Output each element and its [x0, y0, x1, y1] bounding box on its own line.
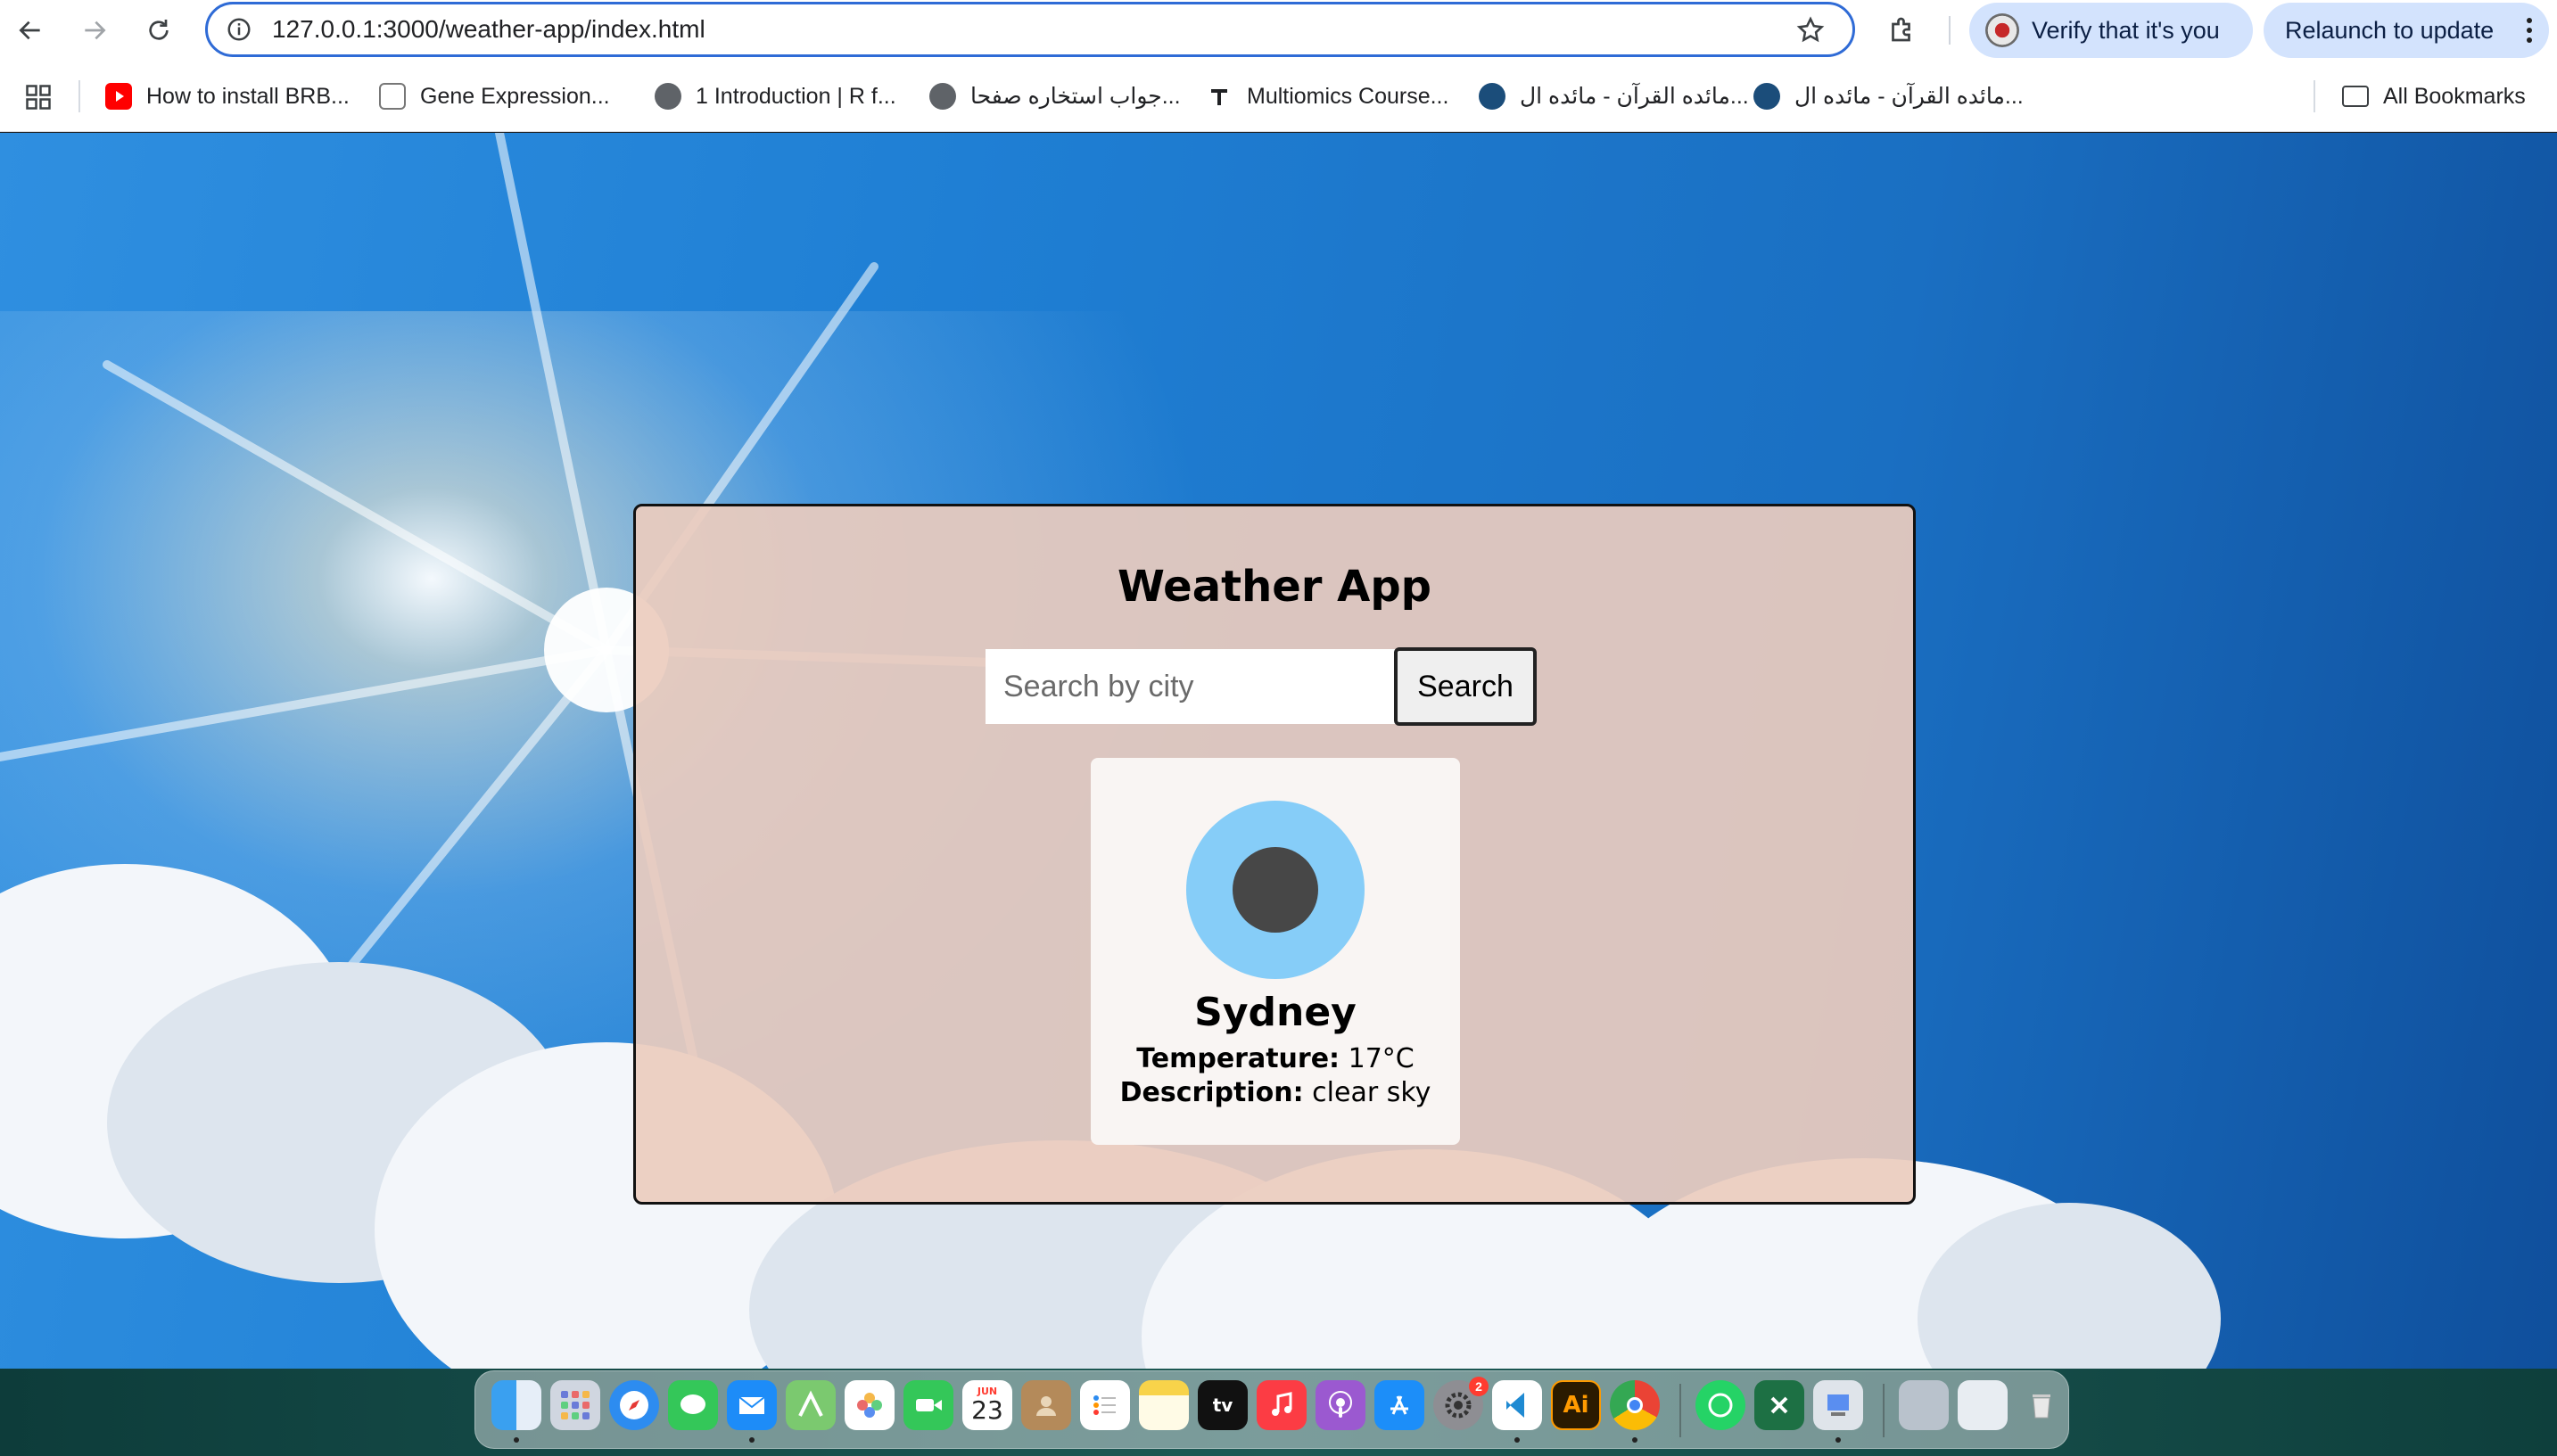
relaunch-label: Relaunch to update: [2285, 16, 2495, 44]
temperature-value: 17°C: [1348, 1043, 1415, 1074]
url-text[interactable]: 127.0.0.1:3000/weather-app/index.html: [272, 15, 705, 44]
more-menu-icon[interactable]: [2526, 15, 2533, 45]
whatsapp-icon[interactable]: [1695, 1380, 1745, 1430]
temperature-label: Temperature:: [1136, 1043, 1340, 1074]
weather-condition-icon: [1186, 801, 1365, 979]
facetime-icon[interactable]: [903, 1380, 953, 1430]
app-title: Weather App: [1117, 562, 1432, 612]
notes-icon[interactable]: [1139, 1380, 1189, 1430]
temperature-line: Temperature: 17°C: [1091, 1043, 1460, 1074]
weather-app-container: Weather App Search Sydney Temperature: 1…: [633, 504, 1916, 1205]
music-icon[interactable]: [1257, 1380, 1307, 1430]
vscode-icon[interactable]: [1492, 1380, 1542, 1430]
messages-icon[interactable]: [668, 1380, 718, 1430]
reload-icon[interactable]: [137, 9, 180, 52]
city-name: Sydney: [1194, 990, 1357, 1035]
contacts-icon[interactable]: [1021, 1380, 1071, 1430]
bookmark-label: مائده القرآن - مائده ال...: [1794, 84, 2024, 109]
maps-icon[interactable]: [786, 1380, 836, 1430]
system-settings-icon[interactable]: 2: [1433, 1377, 1489, 1430]
dock-separator: [1883, 1384, 1885, 1437]
minimized-window-icon[interactable]: [1958, 1380, 2008, 1430]
bookmark-item[interactable]: Gene Expression...: [379, 78, 610, 114]
running-indicator: [514, 1437, 519, 1443]
running-indicator: [1632, 1437, 1637, 1443]
bookmark-label: 1 Introduction | R f...: [696, 83, 896, 109]
folder-icon: [2342, 86, 2369, 107]
notification-badge: 2: [1469, 1377, 1489, 1396]
bookmark-label: مائده القرآن - مائده ال...: [1520, 84, 1749, 109]
globe-icon: [655, 83, 681, 110]
all-bookmarks-button[interactable]: All Bookmarks: [2342, 78, 2526, 114]
description-line: Description: clear sky: [1091, 1077, 1460, 1108]
bookmark-label: جواب استخاره صفحا...: [970, 84, 1181, 109]
verify-identity-button[interactable]: Verify that it's you: [1969, 3, 2253, 58]
illustrator-icon[interactable]: Ai: [1551, 1380, 1601, 1430]
verify-label: Verify that it's you: [2032, 16, 2220, 44]
all-bookmarks-label: All Bookmarks: [2383, 83, 2526, 109]
profile-avatar-icon: [1985, 13, 2019, 47]
site-info-icon[interactable]: [226, 16, 252, 43]
presentation-icon: [379, 83, 406, 110]
quran-icon: [1753, 83, 1780, 110]
app-store-icon[interactable]: [1374, 1380, 1424, 1430]
podcasts-icon[interactable]: [1316, 1380, 1365, 1430]
preview-icon[interactable]: [1813, 1380, 1863, 1430]
bookmarks-separator: [2314, 80, 2315, 112]
browser-toolbar: 127.0.0.1:3000/weather-app/index.html Ve…: [0, 0, 2557, 61]
finder-icon[interactable]: [491, 1380, 541, 1430]
running-indicator: [1835, 1437, 1841, 1443]
description-label: Description:: [1119, 1077, 1304, 1108]
launchpad-icon[interactable]: [550, 1380, 600, 1430]
bookmark-item[interactable]: مائده القرآن - مائده ال...: [1479, 78, 1749, 114]
bookmark-item[interactable]: جواب استخاره صفحا...: [929, 78, 1181, 114]
bookmark-item[interactable]: مائده القرآن - مائده ال...: [1753, 78, 2024, 114]
minimized-window-icon[interactable]: [1899, 1380, 1949, 1430]
bookmark-label: Multiomics Course...: [1247, 83, 1449, 109]
excel-icon[interactable]: [1754, 1380, 1804, 1430]
address-bar[interactable]: 127.0.0.1:3000/weather-app/index.html: [205, 2, 1855, 57]
youtube-icon: [105, 83, 132, 110]
running-indicator: [1514, 1437, 1520, 1443]
relaunch-update-button[interactable]: Relaunch to update: [2264, 3, 2549, 58]
apple-tv-icon[interactable]: tv: [1198, 1380, 1248, 1430]
bookmark-t-icon: [1206, 83, 1233, 110]
quran-icon: [1479, 83, 1505, 110]
weather-icon-center: [1233, 847, 1318, 933]
mail-icon[interactable]: [727, 1380, 777, 1430]
dock-separator: [1679, 1384, 1681, 1437]
bookmark-star-icon[interactable]: [1795, 15, 1826, 45]
calendar-day: 23: [971, 1395, 1003, 1425]
running-indicator: [749, 1437, 755, 1443]
page-viewport: Weather App Search Sydney Temperature: 1…: [0, 133, 2557, 1369]
bookmark-item[interactable]: Multiomics Course...: [1206, 78, 1448, 114]
weather-result-card: Sydney Temperature: 17°C Description: cl…: [1091, 758, 1460, 1145]
search-button[interactable]: Search: [1394, 647, 1537, 726]
forward-icon[interactable]: [73, 9, 116, 52]
globe-icon: [929, 83, 956, 110]
back-icon[interactable]: [9, 9, 52, 52]
bookmarks-separator: [78, 80, 80, 112]
bookmark-label: Gene Expression...: [420, 83, 610, 109]
city-search-input[interactable]: [986, 649, 1396, 724]
toolbar-separator: [1949, 16, 1951, 45]
calendar-icon[interactable]: JUN 23: [962, 1380, 1012, 1430]
bookmarks-bar: How to install BRB... Gene Expression...…: [0, 61, 2557, 132]
bookmark-item[interactable]: How to install BRB...: [105, 78, 350, 114]
description-value: clear sky: [1312, 1077, 1431, 1108]
photos-icon[interactable]: [845, 1380, 895, 1430]
bookmark-label: How to install BRB...: [146, 83, 350, 109]
macos-dock: JUN 23 tv 2 Ai: [474, 1370, 2069, 1449]
illustrator-label: Ai: [1563, 1392, 1589, 1419]
chrome-icon[interactable]: [1610, 1380, 1660, 1430]
reminders-icon[interactable]: [1080, 1380, 1130, 1430]
bookmark-item[interactable]: 1 Introduction | R f...: [655, 78, 896, 114]
apps-grid-icon[interactable]: [25, 84, 52, 111]
extensions-icon[interactable]: [1886, 13, 1918, 45]
safari-icon[interactable]: [609, 1380, 659, 1430]
tv-label: tv: [1212, 1394, 1233, 1416]
trash-icon[interactable]: [2017, 1380, 2066, 1430]
